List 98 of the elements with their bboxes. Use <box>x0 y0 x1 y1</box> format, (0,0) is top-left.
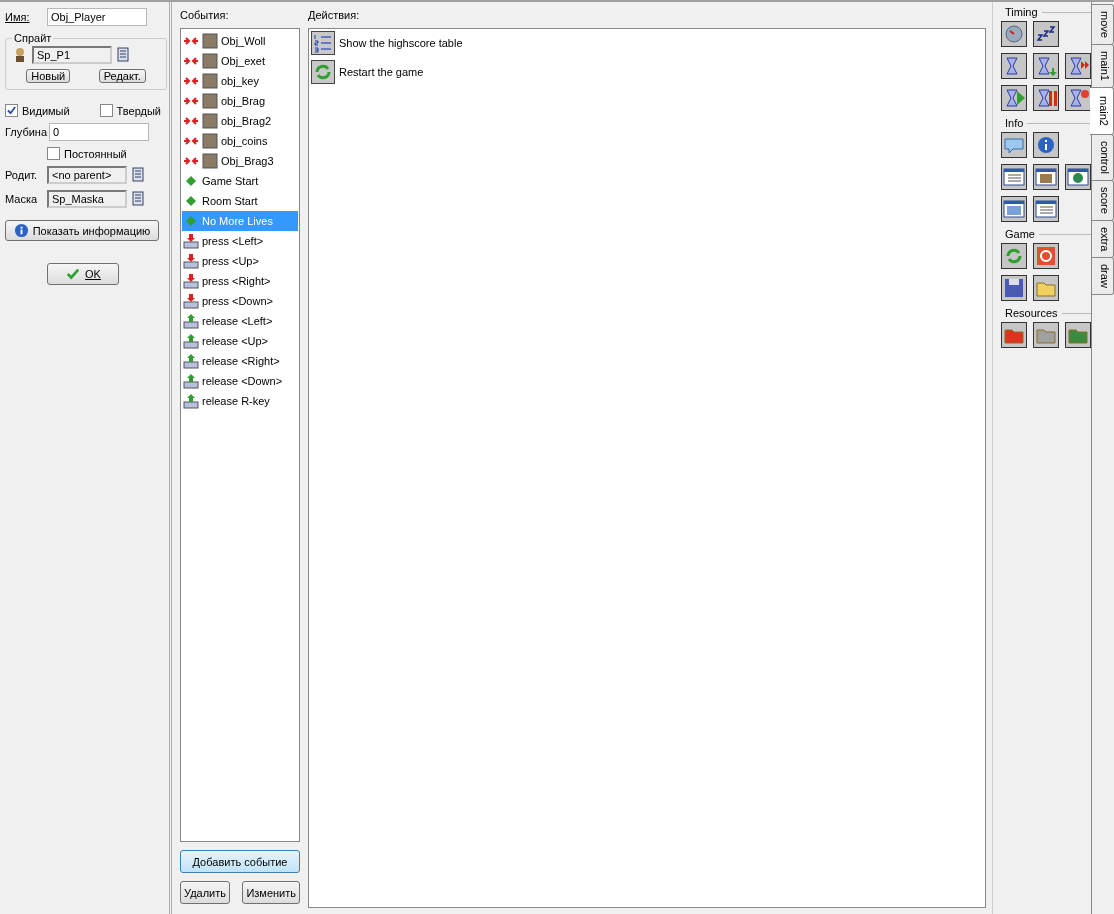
browse-icon[interactable] <box>131 191 147 207</box>
event-item[interactable]: Obj_exet <box>182 51 298 71</box>
object-sprite-icon <box>202 73 218 89</box>
palette-tab[interactable]: move <box>1092 4 1114 45</box>
picture-folder-icon[interactable] <box>1065 322 1091 348</box>
event-item[interactable]: release <Down> <box>182 371 298 391</box>
alarm-clock-icon[interactable] <box>1001 21 1027 47</box>
sleep-icon[interactable] <box>1033 21 1059 47</box>
event-item[interactable]: obj_coins <box>182 131 298 151</box>
key-down-icon <box>183 233 199 249</box>
event-item[interactable]: obj_Brag2 <box>182 111 298 131</box>
palette-tab[interactable]: control <box>1092 133 1114 181</box>
key-up-icon <box>183 353 199 369</box>
numbered-list-icon <box>311 31 335 55</box>
event-item[interactable]: obj_Brag <box>182 91 298 111</box>
open-folder-icon[interactable] <box>1033 275 1059 301</box>
event-item[interactable]: release R-key <box>182 391 298 411</box>
checkbox[interactable] <box>99 104 113 117</box>
browse-icon[interactable] <box>116 47 132 63</box>
checkbox-label: Твердый <box>116 104 161 117</box>
checkbox[interactable] <box>5 104 18 117</box>
object-sprite-icon <box>202 153 218 169</box>
text-window-icon[interactable] <box>1001 164 1027 190</box>
event-button[interactable]: Удалить <box>180 881 230 904</box>
ok-button[interactable]: OK <box>47 263 119 285</box>
object-sprite-icon <box>202 113 218 129</box>
section-title: Timing <box>1005 6 1038 18</box>
event-item[interactable]: Obj_Brag3 <box>182 151 298 171</box>
event-button[interactable]: Изменить <box>242 881 300 904</box>
browse-icon[interactable] <box>131 167 147 183</box>
mask-label: Маска <box>5 193 39 205</box>
key-down-icon <box>183 273 199 289</box>
globe-window-icon[interactable] <box>1065 164 1091 190</box>
sprite-field[interactable]: Sp_P1 <box>32 46 112 64</box>
event-item[interactable]: Room Start <box>182 191 298 211</box>
key-up-icon <box>183 313 199 329</box>
object-sprite-icon <box>202 133 218 149</box>
key-up-icon <box>183 373 199 389</box>
event-item[interactable]: press <Left> <box>182 231 298 251</box>
name-label: Имя: <box>5 11 31 23</box>
event-item[interactable]: Game Start <box>182 171 298 191</box>
key-up-icon <box>183 333 199 349</box>
event-item[interactable]: obj_key <box>182 71 298 91</box>
hourglass-stop-icon[interactable] <box>1065 85 1091 111</box>
hourglass-icon[interactable] <box>1001 53 1027 79</box>
power-icon[interactable] <box>1033 243 1059 269</box>
sprite-legend: Спрайт <box>12 32 54 44</box>
palette-tab[interactable]: score <box>1092 179 1114 221</box>
event-item[interactable]: Obj_Woll <box>182 31 298 51</box>
event-item[interactable]: release <Right> <box>182 351 298 371</box>
info-icon <box>13 223 29 238</box>
image-window-icon[interactable] <box>1033 164 1059 190</box>
event-item[interactable]: press <Up> <box>182 251 298 271</box>
section-title: Resources <box>1005 307 1058 319</box>
actions-title: Действия: <box>308 9 361 23</box>
action-item[interactable]: Show the highscore table <box>311 30 983 56</box>
palette-tab[interactable]: main2 <box>1090 86 1114 135</box>
events-title: События: <box>180 9 230 23</box>
object-sprite-icon <box>202 53 218 69</box>
checkbox[interactable] <box>47 147 60 160</box>
depth-label: Глубина <box>5 126 45 138</box>
sprite-button[interactable]: Новый <box>26 69 71 83</box>
restart-icon[interactable] <box>1001 243 1027 269</box>
checkbox-label: Постоянный <box>64 147 127 160</box>
parent-field[interactable]: <no parent> <box>47 166 127 184</box>
palette-tab[interactable]: extra <box>1092 219 1114 259</box>
key-down-icon <box>183 253 199 269</box>
list-window-icon[interactable] <box>1033 196 1059 222</box>
speech-bubble-icon[interactable] <box>1001 132 1027 158</box>
checkmark-icon <box>65 267 82 281</box>
add-event-button[interactable]: Добавить событие <box>180 850 300 873</box>
show-info-button[interactable]: Показать информацию <box>5 220 159 241</box>
object-sprite-icon <box>202 33 218 49</box>
sprite-button[interactable]: Редакт. <box>98 69 146 83</box>
restart-icon <box>311 60 335 84</box>
hourglass-pause-icon[interactable] <box>1033 85 1059 111</box>
section-title: Game <box>1005 228 1035 240</box>
info-icon[interactable] <box>1033 132 1059 158</box>
object-sprite-icon <box>202 93 218 109</box>
checkbox-label: Видимый <box>22 104 70 117</box>
hourglass-play-icon[interactable] <box>1001 85 1027 111</box>
palette-tab[interactable]: main1 <box>1092 43 1114 88</box>
mask-field[interactable]: Sp_Maska <box>47 190 127 208</box>
video-window-icon[interactable] <box>1001 196 1027 222</box>
event-item[interactable]: press <Down> <box>182 291 298 311</box>
depth-field[interactable]: 0 <box>49 123 149 141</box>
key-down-icon <box>183 293 199 309</box>
name-field[interactable]: Obj_Player <box>47 8 147 26</box>
palette-tab[interactable]: draw <box>1092 257 1114 296</box>
event-item[interactable]: press <Right> <box>182 271 298 291</box>
action-item[interactable]: Restart the game <box>311 59 983 85</box>
event-item[interactable]: release <Up> <box>182 331 298 351</box>
section-title: Info <box>1005 117 1024 129</box>
key-up-icon <box>183 393 199 409</box>
hourglass-forward-icon[interactable] <box>1065 53 1091 79</box>
parent-label: Родит. <box>5 169 39 181</box>
hourglass-down-icon[interactable] <box>1033 53 1059 79</box>
event-item[interactable]: release <Left> <box>182 311 298 331</box>
